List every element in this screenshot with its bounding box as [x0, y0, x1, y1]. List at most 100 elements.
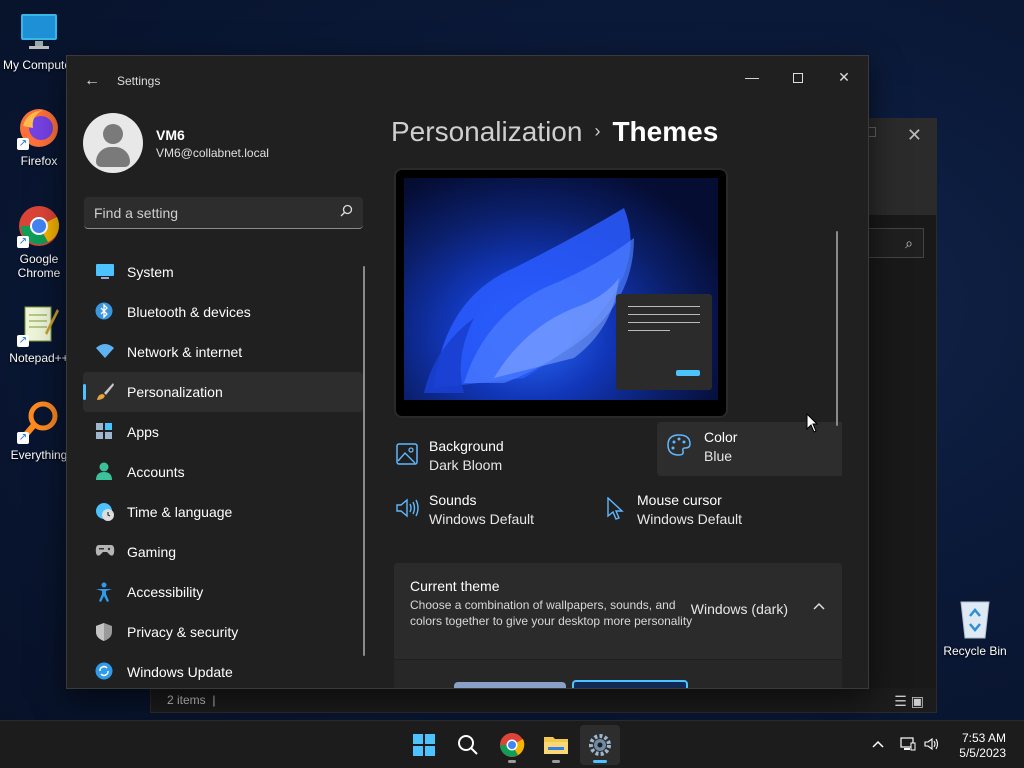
taskbar-chrome-button[interactable] [492, 725, 532, 765]
taskbar: 7:53 AM 5/5/2023 [0, 720, 1024, 768]
bluetooth-icon [95, 302, 113, 320]
search-icon [458, 735, 478, 755]
tile-title: Sounds [429, 492, 477, 508]
app-title: Settings [117, 74, 161, 88]
explorer-search-box[interactable]: ⌕ [864, 228, 924, 258]
search-input[interactable] [94, 203, 324, 223]
user-name: VM6 [156, 127, 185, 143]
user-email: VM6@collabnet.local [156, 146, 269, 160]
system-icon [95, 262, 114, 280]
nav-label: Windows Update [127, 664, 233, 680]
back-arrow-icon: ← [84, 72, 100, 89]
shortcut-arrow-icon: ↗ [17, 236, 29, 248]
content-scrollbar[interactable] [836, 231, 838, 426]
current-theme-card[interactable]: Current theme Choose a combination of wa… [394, 563, 842, 659]
tile-value: Dark Bloom [429, 457, 503, 473]
picture-icon [395, 443, 419, 467]
sounds-tile[interactable]: Sounds Windows Default [391, 485, 597, 539]
nav-item-personalization[interactable]: Personalization [83, 372, 363, 412]
desktop-icon-recycle-bin[interactable]: Recycle Bin [936, 596, 1014, 658]
taskbar-search-button[interactable] [448, 725, 488, 765]
nav-item-apps[interactable]: Apps [83, 412, 363, 452]
item-count-text: 2 items [167, 693, 206, 707]
page-title: Themes [612, 116, 719, 147]
breadcrumb-parent[interactable]: Personalization [391, 116, 582, 147]
clock-time: 7:53 AM [961, 731, 1006, 745]
desktop-icon-label: Recycle Bin [943, 644, 1007, 658]
mouse-cursor-tile[interactable]: Mouse cursor Windows Default [599, 485, 805, 539]
tile-value: Windows Default [637, 511, 743, 527]
settings-window[interactable]: ← Settings — ✕ VM6 VM6@collabnet.local S… [66, 55, 869, 689]
accessibility-icon [95, 582, 113, 602]
tile-value: Blue [704, 448, 733, 464]
apps-icon [95, 422, 113, 440]
details-view-icon[interactable]: ☰ [894, 693, 911, 709]
find-setting-search[interactable] [84, 197, 363, 229]
nav-item-bluetooth[interactable]: Bluetooth & devices [83, 292, 363, 332]
user-profile[interactable]: VM6 VM6@collabnet.local [83, 113, 373, 175]
nav-item-accessibility[interactable]: Accessibility [83, 572, 363, 612]
nav-item-accounts[interactable]: Accounts [83, 452, 363, 492]
theme-thumbnail[interactable] [454, 682, 566, 688]
titlebar: ← Settings — ✕ [67, 56, 868, 106]
tiles-view-icon[interactable]: ▣ [911, 693, 928, 709]
monitor-icon [17, 10, 61, 54]
nav-item-network[interactable]: Network & internet [83, 332, 363, 372]
close-icon[interactable]: ✕ [907, 125, 922, 146]
search-icon [340, 204, 353, 220]
settings-gear-icon [589, 734, 611, 756]
nav-label: Gaming [127, 544, 177, 560]
taskbar-settings-button[interactable] [580, 725, 620, 765]
maximize-button[interactable] [776, 62, 820, 92]
wifi-icon [95, 342, 114, 360]
search-icon: ⌕ [905, 235, 913, 251]
chevron-up-icon[interactable] [872, 737, 884, 753]
tile-value: Windows Default [429, 511, 535, 527]
notepad-plus-plus-icon: ↗ [17, 303, 61, 347]
shortcut-arrow-icon: ↗ [17, 432, 29, 444]
nav-item-gaming[interactable]: Gaming [83, 532, 363, 572]
running-indicator [552, 760, 560, 763]
nav-label: Apps [127, 424, 159, 440]
preview-dialog [616, 294, 712, 390]
view-toggle[interactable]: ☰▣ [894, 693, 928, 710]
nav-item-privacy-security[interactable]: Privacy & security [83, 612, 363, 652]
palette-icon [667, 434, 691, 458]
volume-icon[interactable] [924, 737, 940, 754]
nav-scrollbar[interactable] [363, 266, 365, 656]
minimize-button[interactable]: — [730, 62, 774, 92]
avatar [83, 113, 143, 173]
start-button[interactable] [404, 725, 444, 765]
settings-nav: System Bluetooth & devices Network & int… [83, 252, 363, 692]
firefox-icon: ↗ [17, 106, 61, 150]
nav-item-system[interactable]: System [83, 252, 363, 292]
clock-date: 5/5/2023 [959, 746, 1006, 760]
globe-clock-icon [95, 502, 114, 521]
start-icon [413, 734, 435, 756]
nav-label: Accessibility [127, 584, 204, 600]
recycle-bin-icon [953, 596, 997, 640]
nav-label: Privacy & security [127, 624, 239, 640]
breadcrumb-separator: › [594, 121, 601, 141]
tile-title: Background [429, 438, 504, 454]
file-explorer-icon [544, 737, 568, 754]
nav-label: System [127, 264, 174, 280]
back-button[interactable]: ← [81, 70, 103, 92]
paintbrush-icon [95, 382, 114, 400]
maximize-icon [793, 73, 803, 84]
network-icon[interactable] [900, 737, 916, 754]
tile-title: Mouse cursor [637, 492, 722, 508]
theme-thumbnail-selected[interactable] [572, 680, 688, 688]
nav-item-time-language[interactable]: Time & language [83, 492, 363, 532]
minimize-icon: — [745, 69, 759, 85]
item-count: 2 items | [167, 693, 215, 707]
chevron-up-icon[interactable] [812, 599, 826, 613]
current-theme-title: Current theme [410, 578, 500, 594]
clock[interactable]: 7:53 AM 5/5/2023 [959, 731, 1006, 761]
nav-item-windows-update[interactable]: Windows Update [83, 652, 363, 692]
taskbar-file-explorer-button[interactable] [536, 725, 576, 765]
chrome-icon: ↗ [17, 204, 61, 248]
nav-label: Time & language [127, 504, 233, 520]
close-button[interactable]: ✕ [822, 62, 866, 92]
background-tile[interactable]: Background Dark Bloom [391, 431, 597, 485]
